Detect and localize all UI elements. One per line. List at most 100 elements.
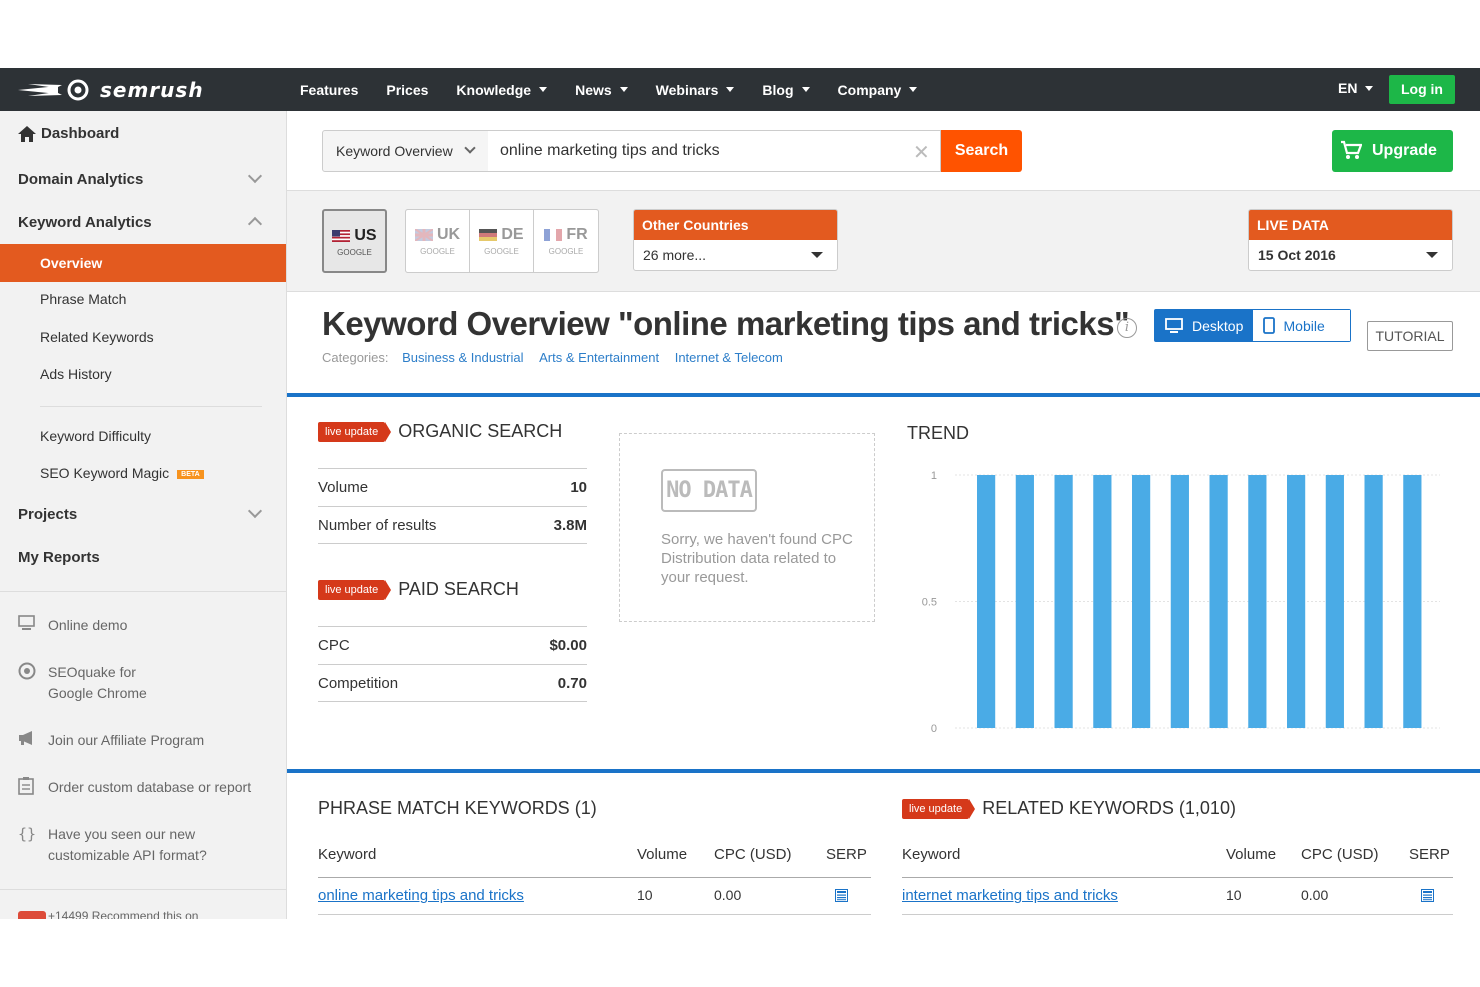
sidebar-item-overview[interactable]: Overview [0,244,286,282]
trend-bar [1015,475,1034,728]
country-fr-button[interactable]: FR GOOGLE [533,209,599,273]
desktop-icon [1165,317,1183,333]
tutorial-button[interactable]: TUTORIAL [1367,321,1453,351]
engine-label: GOOGLE [484,247,519,256]
util-line: customizable API format? [48,847,207,863]
nav-label: Company [837,81,902,98]
sidebar-item-related-keywords[interactable]: Related Keywords [40,329,154,345]
sidebar-item-dashboard[interactable]: Dashboard [18,125,119,142]
nav-knowledge[interactable]: Knowledge [456,82,548,98]
seoquake-icon [18,662,38,704]
nav-company[interactable]: Company [838,82,918,98]
sidebar-label: Projects [18,506,78,523]
phrase-match-title: PHRASE MATCH KEYWORDS (1) [318,798,597,818]
sidebar-label: Dashboard [41,125,120,142]
desktop-tab[interactable]: Desktop [1155,310,1253,341]
nav-news[interactable]: News [575,82,628,98]
column-header[interactable]: Volume [637,846,687,863]
metric-row: CPC $0.00 [318,626,587,663]
recommend-widget[interactable]: +14499 Recommend this on [18,906,198,919]
mobile-tab[interactable]: Mobile [1252,310,1350,341]
sidebar-item-keyword-analytics[interactable]: Keyword Analytics [18,214,152,231]
metric-row: Competition 0.70 [318,664,587,701]
other-countries-dropdown[interactable]: Other Countries 26 more... [633,209,838,271]
column-header[interactable]: CPC (USD) [1301,846,1379,863]
search-button[interactable]: Search [941,130,1022,172]
row-divider [318,701,587,702]
keyword-link[interactable]: internet marketing tips and tricks [902,887,1118,904]
sidebar-item-phrase-match[interactable]: Phrase Match [40,291,126,307]
country-us-button[interactable]: US GOOGLE [322,209,387,273]
volume-cell: 10 [637,887,653,903]
live-data-dropdown[interactable]: LIVE DATA 15 Oct 2016 [1248,209,1453,271]
trend-bar [1170,475,1189,728]
megaphone-icon [18,730,38,752]
country-de-button[interactable]: DE GOOGLE [469,209,534,273]
tab-label: Desktop [1192,317,1244,334]
column-header[interactable]: Volume [1226,846,1276,863]
serp-icon[interactable] [835,889,848,902]
util-line: Have you seen our new [48,826,196,842]
report-type-select[interactable]: Keyword Overview [322,130,489,172]
login-button[interactable]: Log in [1389,75,1455,104]
nav-webinars[interactable]: Webinars [656,82,735,98]
language-selector[interactable]: EN [1338,80,1374,96]
info-icon[interactable]: i [1117,318,1137,338]
category-link[interactable]: Business & Industrial [402,350,523,365]
affiliate-link[interactable]: Join our Affiliate Program [18,730,204,752]
semrush-logo[interactable]: semrush [18,78,204,102]
metric-row: Number of results 3.8M [318,506,587,543]
chevron-down-icon[interactable] [247,168,263,184]
metric-label: Competition [318,674,399,692]
column-header[interactable]: Keyword [902,846,960,863]
keyword-link[interactable]: online marketing tips and tricks [318,887,524,904]
sidebar-item-seo-keyword-magic[interactable]: SEO Keyword Magic BETA [40,465,204,481]
nav-prices[interactable]: Prices [386,82,428,98]
metric-value: $0.00 [549,636,587,654]
util-label: SEOquake for Google Chrome [48,662,147,704]
row-divider [902,914,1453,915]
category-link[interactable]: Internet & Telecom [675,350,783,365]
category-link[interactable]: Arts & Entertainment [539,350,659,365]
search-input[interactable]: online marketing tips and tricks [488,130,941,172]
curly-braces-icon: {} [18,825,37,843]
custom-database-link[interactable]: Order custom database or report [18,777,251,801]
country-uk-button[interactable]: UK GOOGLE [405,209,470,273]
nav-features[interactable]: Features [300,82,358,98]
metric-value: 3.8M [553,516,587,534]
column-header[interactable]: SERP [826,846,867,863]
serp-icon[interactable] [1421,889,1434,902]
home-icon [18,125,36,142]
sidebar-item-projects[interactable]: Projects [18,506,77,523]
trend-bar [1248,475,1267,728]
sidebar-label: Domain Analytics [18,171,144,188]
column-header[interactable]: SERP [1409,846,1450,863]
nav-blog[interactable]: Blog [762,82,810,98]
api-format-link[interactable]: {} Have you seen our new customizable API… [18,824,207,866]
column-header[interactable]: Keyword [318,846,376,863]
y-tick-label: 1 [931,470,937,482]
live-update-badge: live update [902,798,976,819]
cart-icon [1341,140,1362,159]
language-label: EN [1338,80,1358,96]
seoquake-link[interactable]: SEOquake for Google Chrome [18,662,147,704]
clear-icon[interactable]: ✕ [913,140,930,165]
sidebar-item-ads-history[interactable]: Ads History [40,366,112,382]
live-update-badge: live update [318,421,392,442]
chevron-up-icon[interactable] [247,216,263,232]
chevron-down-icon[interactable] [247,503,263,519]
metric-value: 10 [570,478,587,496]
online-demo-link[interactable]: Online demo [18,615,127,637]
row-divider [318,914,871,915]
cpc-cell: 0.00 [1301,887,1329,903]
sidebar-item-my-reports[interactable]: My Reports [18,549,100,566]
util-label: Order custom database or report [48,779,252,795]
clipboard-icon [18,777,38,801]
sidebar-item-domain-analytics[interactable]: Domain Analytics [18,171,143,188]
page-title: Keyword Overview "online marketing tips … [322,305,1130,342]
no-data-badge: NO DATA [661,469,757,512]
related-keywords-header: live update RELATED KEYWORDS (1,010) [902,798,1236,819]
sidebar-item-keyword-difficulty[interactable]: Keyword Difficulty [40,428,151,444]
column-header[interactable]: CPC (USD) [714,846,792,863]
country-code: UK [436,226,461,243]
